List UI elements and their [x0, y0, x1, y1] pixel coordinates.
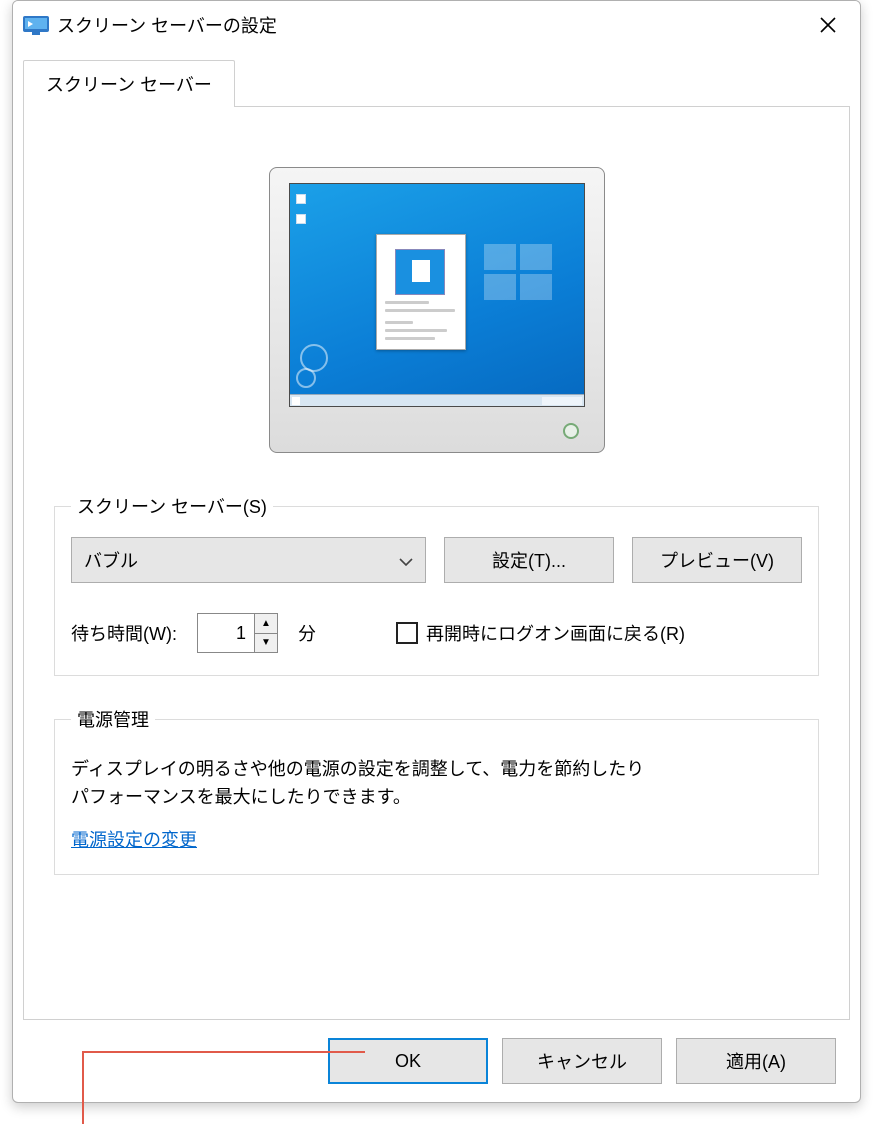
client-area: スクリーン セーバー [13, 49, 860, 1102]
dialog-footer: OK キャンセル 適用(A) [23, 1020, 850, 1102]
window-title: スクリーン セーバーの設定 [57, 12, 800, 38]
resume-logon-checkbox[interactable]: 再開時にログオン画面に戻る(R) [396, 620, 685, 646]
preview-area [54, 137, 819, 463]
screensaver-group-legend: スクリーン セーバー(S) [71, 493, 273, 519]
preview-monitor-icon [269, 167, 605, 453]
power-description: ディスプレイの明るさや他の電源の設定を調整して、電力を節約したり パフォーマンス… [71, 756, 802, 812]
wait-decrement-button[interactable]: ▼ [255, 634, 277, 653]
settings-button[interactable]: 設定(T)... [444, 537, 614, 583]
tab-content: スクリーン セーバー(S) バブル 設定(T)... プレビュー(V) 待ち時間… [23, 106, 850, 1020]
resume-logon-label: 再開時にログオン画面に戻る(R) [426, 620, 685, 646]
tab-strip: スクリーン セーバー [23, 59, 850, 106]
preview-button[interactable]: プレビュー(V) [632, 537, 802, 583]
ok-button[interactable]: OK [328, 1038, 488, 1084]
cancel-button[interactable]: キャンセル [502, 1038, 662, 1084]
wait-unit: 分 [298, 620, 316, 646]
close-icon [820, 17, 836, 33]
power-group: 電源管理 ディスプレイの明るさや他の電源の設定を調整して、電力を節約したり パフ… [54, 706, 819, 875]
wait-spinner[interactable]: ▲ ▼ [197, 613, 278, 653]
screensaver-row: バブル 設定(T)... プレビュー(V) [71, 537, 802, 583]
apply-button[interactable]: 適用(A) [676, 1038, 836, 1084]
power-settings-link[interactable]: 電源設定の変更 [71, 830, 197, 850]
tab-screensaver[interactable]: スクリーン セーバー [23, 60, 235, 107]
wait-label: 待ち時間(W): [71, 620, 177, 646]
close-button[interactable] [800, 5, 856, 45]
checkbox-box-icon [396, 622, 418, 644]
wait-increment-button[interactable]: ▲ [255, 614, 277, 634]
power-group-legend: 電源管理 [71, 706, 155, 732]
screensaver-settings-window: スクリーン セーバーの設定 スクリーン セーバー [12, 0, 861, 1103]
screensaver-select-value: バブル [84, 547, 138, 573]
chevron-down-icon [399, 550, 413, 571]
wait-input[interactable] [198, 614, 254, 652]
screensaver-group: スクリーン セーバー(S) バブル 設定(T)... プレビュー(V) 待ち時間… [54, 493, 819, 676]
screensaver-select[interactable]: バブル [71, 537, 426, 583]
app-icon [23, 14, 49, 36]
titlebar: スクリーン セーバーの設定 [13, 1, 860, 49]
wait-row: 待ち時間(W): ▲ ▼ 分 再開時にログオン画面に戻る(R) [71, 613, 802, 653]
